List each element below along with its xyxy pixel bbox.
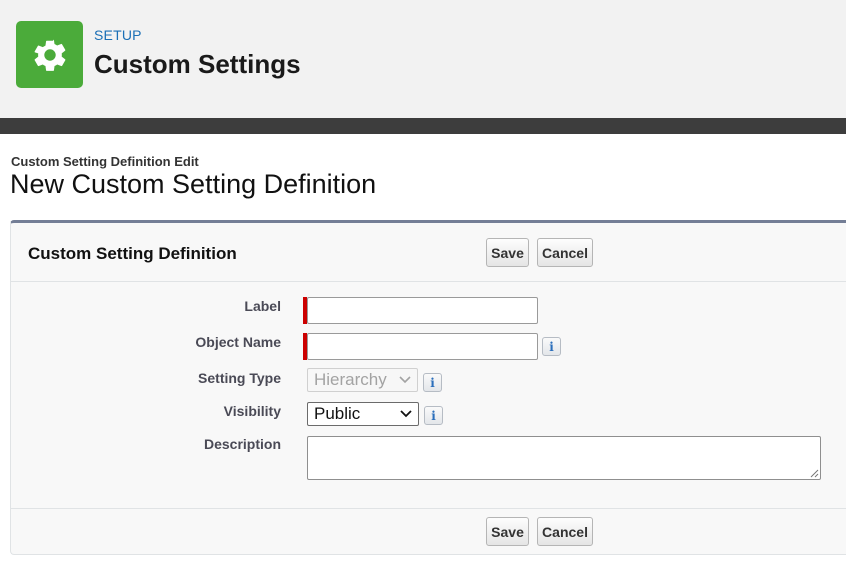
- page-title: New Custom Setting Definition: [10, 169, 377, 199]
- setting-type-field-label: Setting Type: [198, 370, 281, 386]
- setup-page-title: Custom Settings: [94, 49, 301, 79]
- visibility-value: Public: [314, 404, 361, 423]
- panel-header: Custom Setting Definition Save Cancel: [11, 223, 846, 282]
- setting-type-value: Hierarchy: [314, 370, 387, 389]
- gear-icon: [34, 39, 65, 71]
- info-icon[interactable]: i: [542, 337, 561, 356]
- label-field-label: Label: [244, 298, 281, 314]
- info-icon[interactable]: i: [423, 373, 442, 392]
- panel-footer: Save Cancel: [11, 508, 846, 554]
- visibility-field-label: Visibility: [223, 403, 281, 419]
- chevron-down-icon: [399, 376, 411, 384]
- save-button-bottom[interactable]: Save: [486, 517, 529, 546]
- cancel-button-bottom[interactable]: Cancel: [537, 517, 593, 546]
- description-textarea[interactable]: [307, 436, 821, 480]
- object-name-input[interactable]: [307, 333, 538, 360]
- setup-app-icon: [16, 21, 83, 88]
- setting-type-select: Hierarchy: [307, 368, 418, 392]
- label-input[interactable]: [307, 297, 538, 324]
- description-field-label: Description: [203, 436, 281, 452]
- cancel-button-top[interactable]: Cancel: [537, 238, 593, 267]
- object-name-field-label: Object Name: [195, 334, 281, 350]
- setup-header: SETUP Custom Settings: [0, 0, 846, 118]
- resize-grip-icon[interactable]: [809, 468, 819, 478]
- header-divider-bar: [0, 118, 846, 134]
- panel-title: Custom Setting Definition: [28, 244, 237, 263]
- visibility-select[interactable]: Public: [307, 402, 419, 426]
- page-subtitle: Custom Setting Definition Edit: [11, 154, 199, 169]
- save-button-top[interactable]: Save: [486, 238, 529, 267]
- setup-breadcrumb[interactable]: SETUP: [94, 27, 142, 43]
- custom-setting-definition-panel: Custom Setting Definition Save Cancel La…: [10, 220, 846, 555]
- chevron-down-icon: [400, 410, 412, 418]
- info-icon[interactable]: i: [424, 406, 443, 425]
